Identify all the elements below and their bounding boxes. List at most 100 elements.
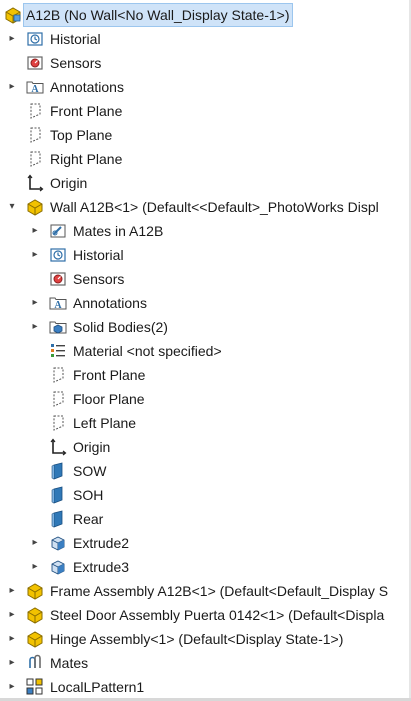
tree-item-label: Sensors <box>73 271 125 287</box>
tree-item-label: Mates <box>50 655 89 671</box>
tree-item-label: Material <not specified> <box>73 343 222 359</box>
tree-item-annotations-child[interactable]: ▸ A Annotations <box>0 291 411 315</box>
subassembly-icon <box>26 582 44 600</box>
tree-item-sensors-child[interactable]: Sensors <box>0 267 411 291</box>
expand-arrow-icon[interactable]: ▸ <box>30 291 40 315</box>
blue-plane-icon <box>49 510 67 528</box>
extrude-icon <box>49 558 67 576</box>
expand-arrow-icon[interactable]: ▸ <box>7 27 17 51</box>
tree-item-label: Top Plane <box>50 127 113 143</box>
material-icon <box>49 342 67 360</box>
expand-arrow-icon[interactable]: ▸ <box>7 675 17 699</box>
extrude-icon <box>49 534 67 552</box>
tree-item-frame-assembly[interactable]: ▸ Frame Assembly A12B<1> (Default<Defaul… <box>0 579 411 603</box>
tree-item-sensors[interactable]: Sensors <box>0 51 411 75</box>
tree-item-historial[interactable]: ▸ Historial <box>0 27 411 51</box>
tree-root-label: A12B (No Wall<No Wall_Display State-1>) <box>26 7 290 23</box>
sensor-icon <box>49 270 67 288</box>
blue-plane-icon <box>49 462 67 480</box>
tree-item-mates-in-a12b[interactable]: ▸ Mates in A12B <box>0 219 411 243</box>
tree-item-label: Front Plane <box>73 367 146 383</box>
annotation-icon: A <box>26 78 44 96</box>
tree-item-label: Origin <box>73 439 111 455</box>
tree-item-label: Sensors <box>50 55 102 71</box>
feature-tree: A12B (No Wall<No Wall_Display State-1>) … <box>0 3 411 699</box>
tree-item-solid-bodies[interactable]: ▸ Solid Bodies(2) <box>0 315 411 339</box>
collapse-arrow-icon[interactable]: ▾ <box>7 195 17 219</box>
sensor-icon <box>26 54 44 72</box>
history-icon <box>26 30 44 48</box>
plane-icon <box>49 390 67 408</box>
tree-root-a12b[interactable]: A12B (No Wall<No Wall_Display State-1>) <box>0 3 411 27</box>
assembly-icon <box>4 6 22 24</box>
history-icon <box>49 246 67 264</box>
tree-item-label: Solid Bodies(2) <box>73 319 168 335</box>
subassembly-icon <box>26 606 44 624</box>
tree-item-extrude3[interactable]: ▸ Extrude3 <box>0 555 411 579</box>
subassembly-icon <box>26 630 44 648</box>
tree-item-label: Front Plane <box>50 103 123 119</box>
blue-plane-icon <box>49 486 67 504</box>
expand-arrow-icon[interactable]: ▸ <box>30 243 40 267</box>
tree-item-label: Rear <box>73 511 104 527</box>
tree-item-floor-plane[interactable]: Floor Plane <box>0 387 411 411</box>
tree-item-label: SOH <box>73 487 104 503</box>
tree-root-label-wrap: A12B (No Wall<No Wall_Display State-1>) <box>23 3 293 27</box>
tree-item-origin-child[interactable]: Origin <box>0 435 411 459</box>
tree-item-steel-door-assembly[interactable]: ▸ Steel Door Assembly Puerta 0142<1> (De… <box>0 603 411 627</box>
tree-item-sow[interactable]: SOW <box>0 459 411 483</box>
expand-arrow-icon[interactable]: ▸ <box>30 315 40 339</box>
expand-arrow-icon[interactable]: ▸ <box>7 75 17 99</box>
tree-item-left-plane[interactable]: Left Plane <box>0 411 411 435</box>
plane-icon <box>26 126 44 144</box>
expand-arrow-icon[interactable]: ▸ <box>7 603 17 627</box>
tree-item-material[interactable]: Material <not specified> <box>0 339 411 363</box>
origin-icon <box>26 174 44 192</box>
tree-item-label: Floor Plane <box>73 391 145 407</box>
mates-folder-icon <box>49 222 67 240</box>
expand-arrow-icon[interactable]: ▸ <box>7 579 17 603</box>
tree-item-label: Hinge Assembly<1> (Default<Display State… <box>50 631 344 647</box>
tree-item-label: Frame Assembly A12B<1> (Default<Default_… <box>50 583 389 599</box>
tree-item-hinge-assembly[interactable]: ▸ Hinge Assembly<1> (Default<Display Sta… <box>0 627 411 651</box>
tree-item-label: Right Plane <box>50 151 123 167</box>
tree-item-label: LocalLPattern1 <box>50 679 145 695</box>
plane-icon <box>49 414 67 432</box>
expand-arrow-icon[interactable]: ▸ <box>7 627 17 651</box>
pattern-icon <box>26 678 44 696</box>
tree-item-label: Annotations <box>50 79 124 95</box>
tree-item-rear[interactable]: Rear <box>0 507 411 531</box>
tree-item-annotations[interactable]: ▸ A Annotations <box>0 75 411 99</box>
tree-item-local-pattern[interactable]: ▸ LocalLPattern1 <box>0 675 411 699</box>
tree-item-label: Extrude2 <box>73 535 130 551</box>
tree-item-front-plane-child[interactable]: Front Plane <box>0 363 411 387</box>
solid-bodies-icon <box>49 318 67 336</box>
expand-arrow-icon[interactable]: ▸ <box>7 651 17 675</box>
svg-text:A: A <box>31 84 39 95</box>
tree-item-extrude2[interactable]: ▸ Extrude2 <box>0 531 411 555</box>
annotation-icon: A <box>49 294 67 312</box>
tree-item-soh[interactable]: SOH <box>0 483 411 507</box>
tree-item-label: Left Plane <box>73 415 137 431</box>
tree-item-label: Annotations <box>73 295 147 311</box>
tree-item-wall-a12b[interactable]: ▾ Wall A12B<1> (Default<<Default>_PhotoW… <box>0 195 411 219</box>
subassembly-icon <box>26 198 44 216</box>
tree-item-origin[interactable]: Origin <box>0 171 411 195</box>
expand-arrow-icon[interactable]: ▸ <box>30 531 40 555</box>
tree-item-label: Extrude3 <box>73 559 130 575</box>
origin-icon <box>49 438 67 456</box>
plane-icon <box>26 150 44 168</box>
tree-item-label: Historial <box>50 31 101 47</box>
tree-item-label: Steel Door Assembly Puerta 0142<1> (Defa… <box>50 607 385 623</box>
expand-arrow-icon[interactable]: ▸ <box>30 219 40 243</box>
tree-item-historial-child[interactable]: ▸ Historial <box>0 243 411 267</box>
svg-text:A: A <box>54 300 62 311</box>
plane-icon <box>49 366 67 384</box>
plane-icon <box>26 102 44 120</box>
expand-arrow-icon[interactable]: ▸ <box>30 555 40 579</box>
tree-item-mates[interactable]: ▸ Mates <box>0 651 411 675</box>
tree-item-right-plane[interactable]: Right Plane <box>0 147 411 171</box>
tree-item-front-plane[interactable]: Front Plane <box>0 99 411 123</box>
tree-item-label: Historial <box>73 247 124 263</box>
tree-item-top-plane[interactable]: Top Plane <box>0 123 411 147</box>
